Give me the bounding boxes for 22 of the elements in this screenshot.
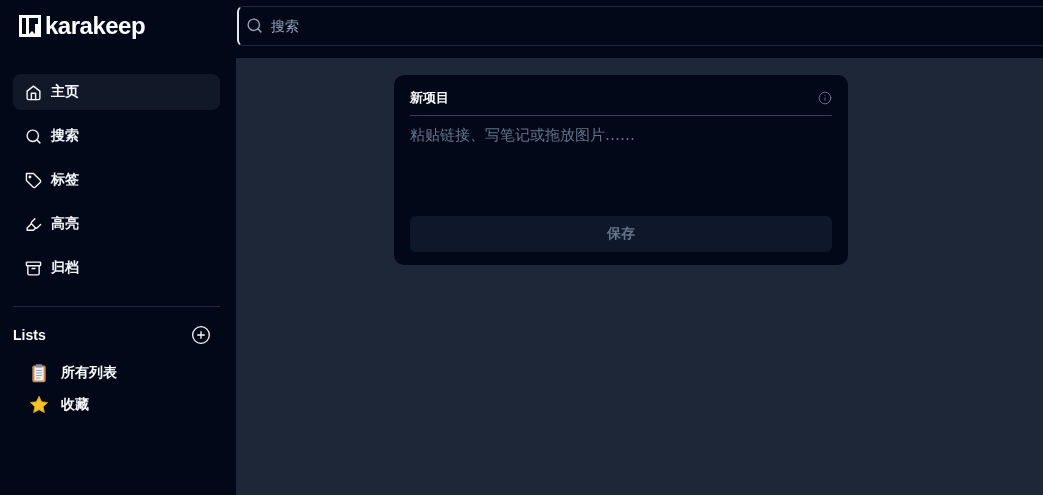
nav-item[interactable]: 归档 [13, 250, 220, 286]
clipboard-icon [29, 363, 49, 383]
home-icon [25, 83, 42, 101]
logo-icon [19, 15, 41, 37]
add-list-icon[interactable] [191, 325, 211, 345]
nav-item[interactable]: 高亮 [13, 206, 220, 242]
nav-item[interactable]: 标签 [13, 162, 220, 198]
nav-item[interactable]: 搜索 [13, 118, 220, 154]
highlighter-icon [25, 215, 42, 233]
tag-icon [25, 171, 42, 189]
search-icon [246, 17, 263, 34]
card-title: 新项目 [410, 89, 449, 107]
search-field[interactable]: 搜索 [237, 6, 1043, 46]
star-icon [29, 395, 49, 415]
nav-item[interactable]: 主页 [13, 74, 220, 110]
search-icon [25, 127, 42, 145]
archive-icon [25, 259, 42, 277]
app-name: karakeep [45, 12, 146, 40]
list-item[interactable]: 收藏 [13, 389, 220, 421]
lists-heading: Lists [13, 327, 46, 343]
list-item[interactable]: 所有列表 [13, 357, 220, 389]
info-icon[interactable] [818, 91, 832, 105]
